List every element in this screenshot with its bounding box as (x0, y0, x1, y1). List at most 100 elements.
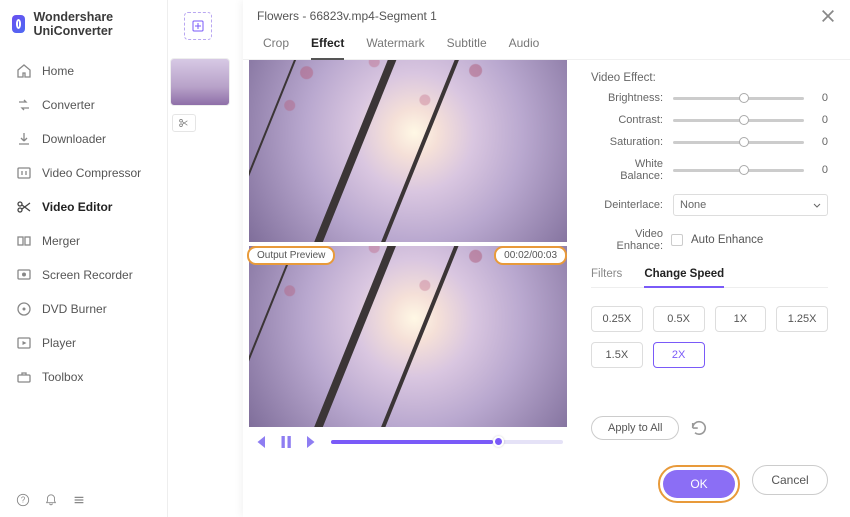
deinterlace-select[interactable]: None (673, 194, 828, 216)
apply-to-all-button[interactable]: Apply to All (591, 416, 679, 440)
white-balance-value: 0 (814, 164, 828, 176)
dialog-footer: OK Cancel (243, 455, 850, 517)
sidebar-item-home[interactable]: Home (0, 54, 167, 88)
reset-icon[interactable] (689, 418, 709, 438)
step-forward-button[interactable] (301, 433, 319, 451)
brightness-slider[interactable] (673, 97, 804, 100)
sidebar-item-label: Converter (42, 98, 95, 112)
speed-2x[interactable]: 2X (653, 342, 705, 368)
ok-highlight: OK (658, 465, 740, 503)
white-balance-label: White Balance: (591, 158, 663, 182)
seek-thumb[interactable] (493, 436, 504, 447)
sidebar-item-dvd-burner[interactable]: DVD Burner (0, 292, 167, 326)
output-preview-label: Output Preview (247, 246, 335, 265)
saturation-row: Saturation: 0 (591, 136, 828, 148)
menu-icon[interactable] (72, 493, 86, 507)
tab-audio[interactable]: Audio (509, 32, 540, 59)
white-balance-row: White Balance: 0 (591, 158, 828, 182)
enhance-row: Video Enhance: Auto Enhance (591, 228, 828, 252)
sidebar-item-label: Downloader (42, 132, 106, 146)
dialog-title: Flowers - 66823v.mp4-Segment 1 (257, 9, 437, 23)
brightness-row: Brightness: 0 (591, 92, 828, 104)
deinterlace-value: None (680, 199, 706, 211)
clip-thumbnail[interactable] (170, 58, 230, 106)
record-icon (16, 267, 32, 283)
sidebar-item-downloader[interactable]: Downloader (0, 122, 167, 156)
step-back-button[interactable] (253, 433, 271, 451)
sidebar-item-compressor[interactable]: Video Compressor (0, 156, 167, 190)
effect-panel: Video Effect: Brightness: 0 Contrast: 0 … (573, 60, 850, 455)
sidebar-footer: ? (0, 483, 167, 517)
sidebar-item-video-editor[interactable]: Video Editor (0, 190, 167, 224)
sidebar-item-player[interactable]: Player (0, 326, 167, 360)
converter-icon (16, 97, 32, 113)
contrast-row: Contrast: 0 (591, 114, 828, 126)
chevron-down-icon (813, 201, 821, 209)
video-effect-title: Video Effect: (591, 72, 828, 84)
sidebar: Wondershare UniConverter Home Converter … (0, 0, 168, 517)
speed-0-25x[interactable]: 0.25X (591, 306, 643, 332)
close-button[interactable] (820, 8, 836, 24)
cancel-button[interactable]: Cancel (752, 465, 828, 495)
brightness-value: 0 (814, 92, 828, 104)
nav: Home Converter Downloader Video Compress… (0, 48, 167, 483)
speed-1x[interactable]: 1X (715, 306, 767, 332)
sidebar-item-label: Merger (42, 234, 80, 248)
sidebar-item-label: Screen Recorder (42, 268, 133, 282)
deinterlace-label: Deinterlace: (591, 199, 663, 211)
sidebar-item-screen-recorder[interactable]: Screen Recorder (0, 258, 167, 292)
brand-name: Wondershare UniConverter (33, 10, 155, 38)
tab-crop[interactable]: Crop (263, 32, 289, 59)
subtab-change-speed[interactable]: Change Speed (644, 264, 724, 288)
preview-column: Output Preview 00:02/00:03 (243, 60, 573, 455)
preview-timecode: 00:02/00:03 (494, 246, 567, 265)
white-balance-slider[interactable] (673, 169, 804, 172)
tab-effect[interactable]: Effect (311, 32, 344, 60)
saturation-slider[interactable] (673, 141, 804, 144)
saturation-value: 0 (814, 136, 828, 148)
sidebar-item-merger[interactable]: Merger (0, 224, 167, 258)
sidebar-item-toolbox[interactable]: Toolbox (0, 360, 167, 394)
effect-subtabs: Filters Change Speed (591, 264, 828, 288)
deinterlace-row: Deinterlace: None (591, 194, 828, 216)
toolbox-icon (16, 369, 32, 385)
enhance-label: Video Enhance: (591, 228, 663, 252)
preview-original (249, 60, 567, 242)
dvd-icon (16, 301, 32, 317)
contrast-label: Contrast: (591, 114, 663, 126)
sidebar-item-label: Home (42, 64, 74, 78)
subtab-filters[interactable]: Filters (591, 264, 622, 287)
preview-output (249, 246, 567, 428)
contrast-value: 0 (814, 114, 828, 126)
svg-text:?: ? (21, 496, 26, 505)
brand: Wondershare UniConverter (0, 0, 167, 48)
sidebar-item-label: Video Editor (42, 200, 112, 214)
tab-watermark[interactable]: Watermark (366, 32, 424, 59)
ok-button[interactable]: OK (663, 470, 735, 498)
speed-1-25x[interactable]: 1.25X (776, 306, 828, 332)
speed-1-5x[interactable]: 1.5X (591, 342, 643, 368)
tab-subtitle[interactable]: Subtitle (447, 32, 487, 59)
effect-dialog: Flowers - 66823v.mp4-Segment 1 Crop Effe… (243, 0, 850, 517)
speed-0-5x[interactable]: 0.5X (653, 306, 705, 332)
sidebar-item-label: Video Compressor (42, 166, 141, 180)
auto-enhance-text: Auto Enhance (691, 234, 763, 246)
home-icon (16, 63, 32, 79)
sidebar-item-label: Toolbox (42, 370, 83, 384)
scissors-icon (16, 199, 32, 215)
help-icon[interactable]: ? (16, 493, 30, 507)
add-media-button[interactable] (184, 12, 212, 40)
dialog-tabs: Crop Effect Watermark Subtitle Audio (243, 28, 850, 60)
brand-logo-icon (12, 15, 25, 33)
sidebar-item-label: DVD Burner (42, 302, 107, 316)
saturation-label: Saturation: (591, 136, 663, 148)
bell-icon[interactable] (44, 493, 58, 507)
trim-button[interactable] (172, 114, 196, 132)
seek-slider[interactable] (331, 440, 563, 444)
sidebar-item-label: Player (42, 336, 76, 350)
contrast-slider[interactable] (673, 119, 804, 122)
sidebar-item-converter[interactable]: Converter (0, 88, 167, 122)
play-icon (16, 335, 32, 351)
pause-button[interactable] (277, 433, 295, 451)
auto-enhance-checkbox[interactable] (671, 234, 683, 246)
